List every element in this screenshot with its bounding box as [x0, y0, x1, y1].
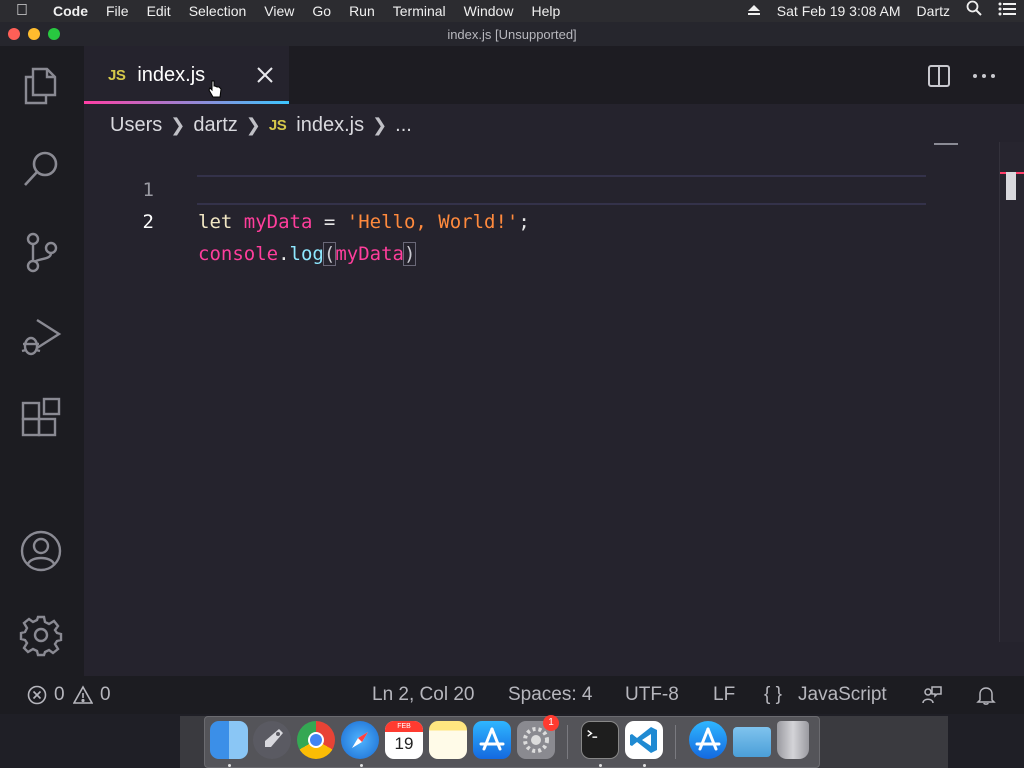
- editor-area: JS index.js Users ❯ dartz ❯ JS index.js …: [84, 46, 1024, 676]
- menu-run[interactable]: Run: [340, 0, 384, 22]
- tab-label: index.js: [137, 63, 206, 86]
- breadcrumb: Users ❯ dartz ❯ JS index.js ❯ ...: [110, 112, 412, 138]
- source-control-icon[interactable]: [18, 229, 64, 275]
- eject-icon[interactable]: [739, 0, 769, 22]
- calendar-day: 19: [394, 734, 414, 753]
- chrome-icon[interactable]: [297, 721, 335, 759]
- activity-bar: [0, 46, 84, 676]
- search-icon[interactable]: [18, 146, 64, 192]
- menu-edit[interactable]: Edit: [138, 0, 180, 22]
- settings-gear-icon[interactable]: [18, 612, 64, 658]
- string-literal: 'Hello, World!': [346, 211, 519, 233]
- zoom-window-button[interactable]: [48, 28, 60, 40]
- semicolon: ;: [518, 211, 530, 233]
- warning-icon[interactable]: [72, 685, 94, 705]
- vertical-scrollbar[interactable]: [999, 142, 1024, 642]
- chevron-right-icon: ❯: [245, 114, 261, 135]
- method-log: log: [289, 243, 324, 265]
- end-of-line-sequence[interactable]: LF: [713, 684, 735, 706]
- menu-app-name[interactable]: Code: [44, 0, 97, 22]
- menu-window[interactable]: Window: [455, 0, 523, 22]
- mouse-hand-cursor-icon: [208, 80, 222, 98]
- split-editor-icon[interactable]: [925, 62, 953, 90]
- scrollbar-thumb[interactable]: [1006, 172, 1016, 200]
- close-tab-icon[interactable]: [254, 64, 276, 86]
- status-bar: 0 0 Ln 2, Col 20 Spaces: 4 UTF-8 LF { } …: [0, 676, 1024, 714]
- spotlight-search-icon[interactable]: [958, 0, 990, 22]
- dock: FEB 19 1: [204, 715, 820, 768]
- notifications-bell-icon[interactable]: [976, 685, 996, 705]
- error-count[interactable]: 0: [54, 684, 65, 706]
- system-preferences-icon[interactable]: 1: [517, 715, 559, 759]
- apple-icon[interactable]: : [0, 2, 44, 20]
- language-mode[interactable]: JavaScript: [798, 684, 887, 706]
- downloads-folder-icon[interactable]: [733, 727, 771, 757]
- launchpad-icon[interactable]: [253, 721, 291, 759]
- menu-go[interactable]: Go: [303, 0, 340, 22]
- error-icon[interactable]: [27, 685, 47, 705]
- notes-icon[interactable]: [429, 721, 467, 759]
- close-window-button[interactable]: [8, 28, 20, 40]
- cursor-position[interactable]: Ln 2, Col 20: [372, 684, 474, 706]
- code-line-2[interactable]: 2 console.log(myData): [84, 174, 926, 266]
- feedback-icon[interactable]: [922, 685, 942, 705]
- file-encoding[interactable]: UTF-8: [625, 684, 679, 706]
- trash-icon[interactable]: [777, 721, 809, 759]
- menu-selection[interactable]: Selection: [180, 0, 256, 22]
- window-title-bar: index.js [Unsupported]: [0, 22, 1024, 46]
- minimap-line: [934, 143, 958, 145]
- terminal-icon[interactable]: [581, 721, 619, 759]
- breadcrumb-more[interactable]: ...: [395, 114, 412, 137]
- menu-terminal[interactable]: Terminal: [384, 0, 455, 22]
- menu-bar:  Code File Edit Selection View Go Run T…: [0, 0, 1024, 22]
- close-paren: ): [402, 242, 417, 266]
- line-number: 2: [142, 211, 154, 233]
- menu-user[interactable]: Dartz: [909, 0, 958, 22]
- indentation-setting[interactable]: Spaces: 4: [508, 684, 593, 706]
- open-paren: (: [322, 242, 337, 266]
- minimize-window-button[interactable]: [28, 28, 40, 40]
- active-tab-indicator: [84, 101, 289, 104]
- chevron-right-icon: ❯: [372, 114, 388, 135]
- keyword-let: let: [198, 211, 233, 233]
- run-debug-icon[interactable]: [18, 313, 64, 359]
- notification-center-icon[interactable]: [990, 0, 1024, 22]
- window-title: index.js [Unsupported]: [447, 26, 577, 42]
- breadcrumb-file[interactable]: index.js: [296, 114, 364, 137]
- more-actions-icon[interactable]: [970, 62, 998, 90]
- javascript-file-icon: JS: [268, 116, 287, 134]
- menu-clock[interactable]: Sat Feb 19 3:08 AM: [769, 0, 909, 22]
- vscode-icon[interactable]: [625, 721, 663, 759]
- language-braces-icon: { }: [764, 684, 782, 705]
- app-store-icon[interactable]: [473, 721, 511, 759]
- calendar-month: FEB: [385, 721, 423, 732]
- identifier-mydata: myData: [243, 211, 313, 233]
- identifier-console: console: [198, 243, 279, 265]
- menu-file[interactable]: File: [97, 0, 138, 22]
- tab-bar: JS index.js: [84, 46, 1024, 104]
- safari-icon[interactable]: [341, 721, 379, 759]
- extensions-icon[interactable]: [18, 396, 64, 442]
- explorer-icon[interactable]: [18, 62, 64, 108]
- notification-badge: 1: [543, 715, 559, 731]
- dot-operator: .: [278, 243, 290, 265]
- menu-view[interactable]: View: [255, 0, 303, 22]
- app-store-downloads-icon[interactable]: [689, 721, 727, 759]
- chevron-right-icon: ❯: [170, 114, 186, 135]
- identifier-mydata-arg: myData: [335, 243, 404, 265]
- finder-icon[interactable]: [210, 721, 248, 759]
- breadcrumb-dartz[interactable]: dartz: [193, 114, 237, 137]
- scrollbar-border: [999, 142, 1000, 642]
- accounts-icon[interactable]: [18, 528, 64, 574]
- code-line-1[interactable]: 1 let myData = 'Hello, World!';: [84, 142, 926, 233]
- minimap[interactable]: [932, 142, 1002, 152]
- warning-count[interactable]: 0: [100, 684, 111, 706]
- operator-assign: =: [323, 211, 336, 233]
- calendar-icon[interactable]: FEB 19: [385, 721, 423, 759]
- tab-index-js[interactable]: JS index.js: [84, 46, 289, 104]
- javascript-file-icon: JS: [108, 66, 126, 84]
- breadcrumb-users[interactable]: Users: [110, 114, 162, 137]
- menu-help[interactable]: Help: [522, 0, 569, 22]
